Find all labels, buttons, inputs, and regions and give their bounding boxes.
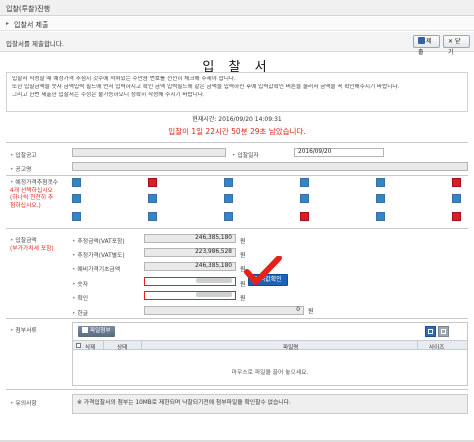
lottery-checkbox[interactable]	[376, 212, 385, 221]
attachments-label: • 첨부서류	[10, 328, 37, 334]
col-size: 사이즈	[429, 344, 445, 351]
lottery-hint: 4개 선택하십시오	[10, 187, 53, 194]
lottery-hint: (하나씩 천천히 추	[10, 195, 54, 201]
window-titlebar: 입찰(투찰)진행	[0, 0, 474, 16]
close-icon: ✕	[448, 38, 454, 45]
lottery-checkbox[interactable]	[148, 194, 157, 203]
breadcrumb-label: 입찰서 제출	[14, 21, 49, 29]
lottery-checkbox[interactable]	[224, 178, 233, 187]
estimated-price-label: • 추정가격(VAT별도)	[72, 253, 125, 259]
breadcrumb: ▸ 입찰서 제출	[0, 17, 474, 31]
col-filename: 파일명	[283, 344, 299, 351]
attach-file-button[interactable]: 파일첨부	[78, 326, 115, 337]
base-amount-field: 246,385,180	[144, 262, 236, 271]
estimated-amount-field: 246,385,180	[144, 234, 236, 243]
submit-button[interactable]: 제출	[413, 35, 440, 56]
divider	[6, 228, 468, 229]
lottery-checkbox[interactable]	[376, 178, 385, 187]
lottery-label: • 예정가격추첨갯수 4개 선택하십시오 (하나씩 천천히 추 첨하십시오.)	[10, 180, 59, 209]
submit-icon	[418, 37, 425, 44]
base-amount-label: • 예비가격기초금액	[72, 267, 121, 273]
attach-file-label: 파일첨부	[90, 328, 111, 334]
bid-date-field: 2016/09/20	[294, 148, 384, 157]
lottery-hint: 첨하십시오.)	[10, 202, 41, 209]
hangul-amount-field: 0	[144, 306, 304, 315]
attach-icon	[82, 327, 88, 333]
divider	[6, 318, 468, 319]
bid-name-label: • 공고명	[10, 167, 32, 173]
lottery-checkbox[interactable]	[148, 178, 157, 187]
close-button[interactable]: ✕ 닫기	[443, 35, 470, 56]
col-delete: 삭제	[85, 344, 96, 351]
bid-amount-sub: (부가가치세 포함)	[10, 245, 54, 252]
lottery-checkbox[interactable]	[224, 194, 233, 203]
unit-won: 원	[240, 238, 246, 245]
lottery-checkbox[interactable]	[72, 178, 81, 187]
current-time: 현재시간: 2016/09/20 14:09:31	[192, 116, 282, 123]
lottery-checkbox[interactable]	[300, 212, 309, 221]
lottery-checkbox[interactable]	[72, 212, 81, 221]
divider	[6, 142, 468, 143]
bid-amount-input[interactable]	[144, 277, 236, 286]
lottery-checkbox[interactable]	[452, 194, 461, 203]
select-all-checkbox[interactable]	[76, 343, 81, 348]
window-title: 입찰(투찰)진행	[6, 5, 51, 13]
lottery-checkbox[interactable]	[72, 194, 81, 203]
lottery-checkbox[interactable]	[148, 212, 157, 221]
drop-zone-text: 마우스로 파일을 끌어 놓으세요.	[231, 370, 309, 376]
estimated-price-field: 223,986,528	[144, 248, 236, 257]
bid-notice-field	[72, 148, 226, 157]
divider	[6, 175, 468, 176]
file-attachment-box: 파일첨부 삭제 상태 파일명 사이즈 마우스로 파일을 끌어 놓으세요.	[72, 322, 468, 386]
bid-notice-label: • 입찰공고	[10, 153, 37, 159]
lottery-checkbox[interactable]	[300, 178, 309, 187]
notice-line: 입찰서 작성할 때 예정가격 추첨시 갓수에 적혀있는 수만큼 번호를 전천히 …	[12, 76, 236, 82]
lottery-checkbox[interactable]	[224, 212, 233, 221]
bid-date-label: • 입찰일자	[232, 153, 259, 159]
deadline-countdown: 입찰이 1일 22시간 50분 29초 남았습니다.	[168, 127, 306, 136]
bid-amount-label: • 입찰금액 (부가가치세 포함)	[10, 238, 54, 252]
redacted-value	[196, 278, 232, 283]
lottery-checkbox[interactable]	[452, 212, 461, 221]
confirm-input-label: • 확인	[72, 296, 89, 302]
notice-line: 그리고 한번 제출한 입찰서는 수정은 불가능하오니 정확히 작성해 주시기 바…	[12, 91, 205, 98]
bid-name-field	[72, 162, 468, 171]
unit-won: 원	[308, 308, 314, 315]
chevron-right-icon: ▸	[6, 20, 10, 27]
notice-line: 또한 입찰금액을 숫자 금액입력 필드에 먼저 입력하시고 확인 금액 입력필드…	[12, 83, 400, 90]
estimated-amount-label: • 추정금액(VAT포함)	[72, 239, 125, 245]
notes-label: • 유의사항	[10, 401, 37, 407]
lottery-checkbox[interactable]	[376, 194, 385, 203]
divider	[6, 389, 468, 390]
upload-icon[interactable]	[425, 326, 436, 337]
action-bar: 입찰서를 제출합니다. 제출 ✕ 닫기	[0, 32, 474, 56]
lottery-checkbox[interactable]	[452, 178, 461, 187]
red-checkmark-icon	[244, 256, 282, 285]
notice-box: 입찰서 작성할 때 예정가격 추첨시 갓수에 적혀있는 수만큼 번호를 전천히 …	[6, 72, 468, 112]
lottery-checkbox[interactable]	[300, 194, 309, 203]
unit-won: 원	[240, 295, 246, 302]
redacted-value	[196, 292, 232, 297]
hangul-label: • 한글	[72, 311, 89, 317]
notes-box: ※ 가격입찰서의 첨부는 10MB로 제한되며 낙찰되기전에 첨부파일을 확인할…	[72, 394, 468, 414]
bid-amount-confirm-input[interactable]	[144, 291, 236, 300]
number-input-label: • 숫자	[72, 282, 89, 288]
delete-file-icon[interactable]	[438, 326, 449, 337]
instruction-text: 입찰서를 제출합니다.	[6, 40, 64, 48]
col-status: 상태	[117, 344, 128, 351]
file-table-header: 삭제 상태 파일명 사이즈	[73, 340, 467, 351]
